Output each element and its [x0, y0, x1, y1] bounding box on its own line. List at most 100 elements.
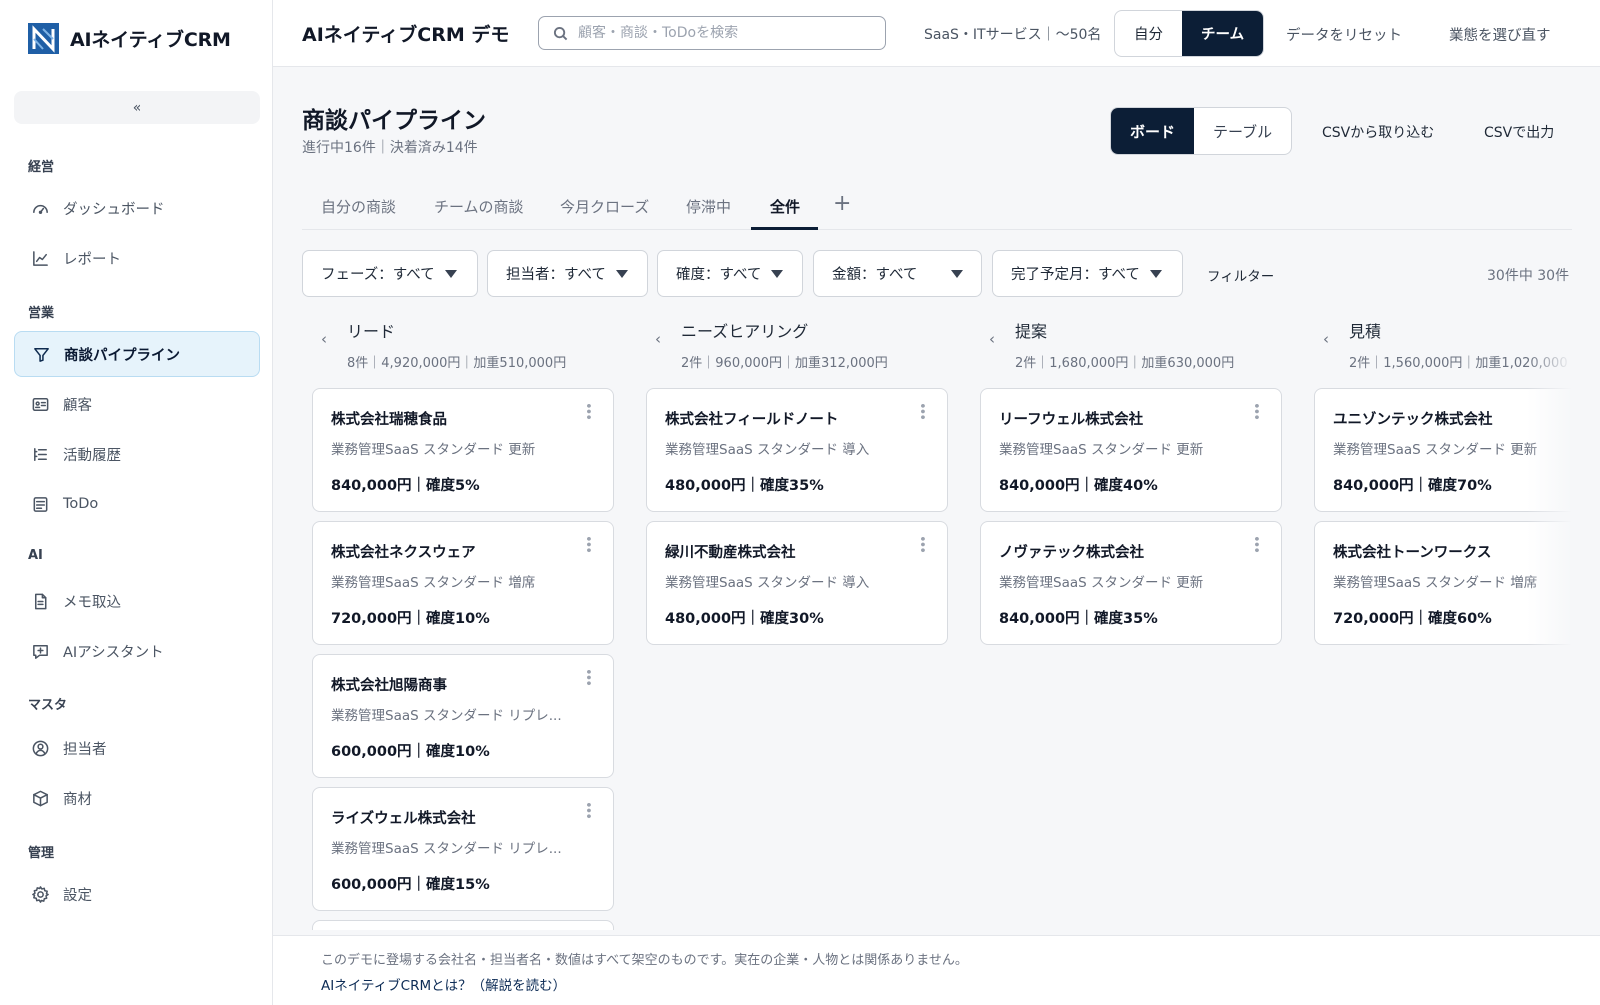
sidebar-item-label: レポート [63, 251, 121, 268]
nav-section-ai: AI [28, 548, 43, 563]
checklist-icon [33, 496, 48, 512]
sidebar-item-ai-assistant[interactable]: AIアシスタント [14, 628, 260, 674]
sidebar-item-reports[interactable]: レポート [14, 235, 260, 281]
nav-section-admin: 管理 [28, 846, 55, 861]
deal-card[interactable]: 株式会社フィールドノート 業務管理SaaS スタンダード 導入 480,000円… [646, 388, 948, 512]
deal-card[interactable]: リーフウェル株式会社 業務管理SaaS スタンダード 更新 840,000円｜確… [980, 388, 1282, 512]
more-menu-icon[interactable]: ••• [580, 668, 595, 685]
filter-label: 金額：すべて [832, 267, 918, 283]
deal-value: 840,000円｜確度40% [999, 478, 1158, 494]
csv-import-button[interactable]: CSVから取り込む [1322, 122, 1434, 142]
deal-value: 840,000円｜確度5% [331, 478, 480, 494]
deal-product: 業務管理SaaS スタンダード リプレ... [331, 708, 562, 724]
view-tabs: 自分の商談 チームの商談 今月クローズ 停滞中 全件 + [302, 182, 1572, 230]
search-input[interactable] [578, 25, 868, 41]
choose-industry-button[interactable]: 業態を選び直す [1449, 24, 1551, 45]
deal-company: 株式会社旭陽商事 [331, 678, 447, 694]
sidebar-item-label: 顧客 [63, 397, 92, 414]
deal-card[interactable]: 株式会社ネクスウェア 業務管理SaaS スタンダード 増席 720,000円｜確… [312, 521, 614, 645]
more-menu-icon[interactable]: ••• [580, 801, 595, 818]
deal-card[interactable]: ライズウェル株式会社 業務管理SaaS スタンダード リプレ... 600,00… [312, 787, 614, 911]
logo-icon [28, 23, 59, 54]
deal-card[interactable]: 株式会社瑞穂食品 業務管理SaaS スタンダード 更新 840,000円｜確度5… [312, 388, 614, 512]
top-header: AIネイティブCRM デモ SaaS・ITサービス｜〜50名 自分 チーム デー… [273, 0, 1600, 67]
view-table-button[interactable]: テーブル [1194, 108, 1291, 154]
user-circle-icon [32, 740, 49, 756]
chevron-left-icon[interactable]: ‹ [655, 330, 661, 348]
logo-text: AIネイティブCRM [70, 29, 231, 51]
caret-down-icon [615, 269, 628, 278]
more-menu-icon[interactable]: ••• [1248, 535, 1263, 552]
chevron-left-icon[interactable]: ‹ [1323, 330, 1329, 348]
filter-amount[interactable]: 金額：すべて [813, 250, 982, 297]
deal-product: 業務管理SaaS スタンダード 増席 [331, 575, 536, 591]
deal-card[interactable]: ユニゾンテック株式会社 業務管理SaaS スタンダード 更新 840,000円｜… [1314, 388, 1572, 512]
sidebar-item-memo-import[interactable]: メモ取込 [14, 578, 260, 624]
scope-self-button[interactable]: 自分 [1115, 11, 1182, 56]
deal-card-partial[interactable] [312, 920, 614, 930]
csv-export-button[interactable]: CSVで出力 [1484, 122, 1554, 142]
view-board-button[interactable]: ボード [1111, 108, 1195, 154]
search-box[interactable] [538, 16, 886, 50]
funnel-icon [34, 347, 49, 362]
filter-probability[interactable]: 確度：すべて [657, 250, 803, 297]
more-menu-icon[interactable]: ••• [1248, 402, 1263, 419]
sidebar-item-label: 設定 [63, 887, 92, 904]
sidebar-item-label: メモ取込 [63, 594, 121, 611]
caret-down-icon [444, 269, 457, 278]
filter-label: フェーズ：すべて [321, 267, 435, 283]
deal-card[interactable]: 緑川不動産株式会社 業務管理SaaS スタンダード 導入 480,000円｜確度… [646, 521, 948, 645]
tab-closing-this-month[interactable]: 今月クローズ [560, 196, 649, 217]
filter-label: 完了予定月：すべて [1011, 267, 1140, 283]
deal-company: 株式会社トーンワークス [1333, 545, 1492, 561]
chevron-left-icon[interactable]: ‹ [321, 330, 327, 348]
industry-label: SaaS・ITサービス｜〜50名 [924, 27, 1102, 43]
deal-card[interactable]: 株式会社旭陽商事 業務管理SaaS スタンダード リプレ... 600,000円… [312, 654, 614, 778]
column-stats: 2件｜1,560,000円｜加重1,020,000 [1349, 356, 1568, 371]
deal-product: 業務管理SaaS スタンダード 導入 [665, 575, 870, 591]
deal-value: 480,000円｜確度35% [665, 478, 824, 494]
collapse-sidebar-button[interactable]: « [14, 91, 260, 124]
sidebar-item-staff[interactable]: 担当者 [14, 725, 260, 771]
sidebar-item-products[interactable]: 商材 [14, 775, 260, 821]
pipeline-board: ‹ リード 8件｜4,920,000円｜加重510,000円 株式会社瑞穂食品 … [302, 310, 1572, 930]
sidebar-item-settings[interactable]: 設定 [14, 871, 260, 917]
add-tab-button[interactable]: + [833, 191, 851, 216]
scope-team-button[interactable]: チーム [1182, 11, 1264, 56]
document-icon [34, 593, 47, 609]
sidebar-item-customers[interactable]: 顧客 [14, 381, 260, 427]
column-title: 提案 [1015, 322, 1048, 341]
more-menu-icon[interactable]: ••• [580, 535, 595, 552]
sidebar-item-todo[interactable]: ToDo [14, 481, 260, 527]
tab-my-deals[interactable]: 自分の商談 [321, 196, 396, 217]
deal-company: ユニゾンテック株式会社 [1333, 412, 1493, 428]
sidebar-item-pipeline[interactable]: 商談パイプライン [14, 331, 260, 377]
about-link[interactable]: AIネイティブCRMとは？（解説を読む） [321, 974, 566, 994]
tab-stalled[interactable]: 停滞中 [686, 196, 731, 217]
sidebar-item-label: 商談パイプライン [64, 347, 180, 364]
result-count: 30件中 30件 [1487, 268, 1570, 284]
sidebar-item-activity[interactable]: 活動履歴 [14, 431, 260, 477]
more-menu-icon[interactable]: ••• [914, 402, 929, 419]
filter-close-month[interactable]: 完了予定月：すべて [992, 250, 1183, 297]
disclaimer-text: このデモに登場する会社名・担当者名・数値はすべて架空のものです。実在の企業・人物… [321, 953, 968, 968]
filter-phase[interactable]: フェーズ：すべて [302, 250, 478, 297]
deal-company: ノヴァテック株式会社 [999, 545, 1144, 561]
reset-data-button[interactable]: データをリセット [1286, 24, 1402, 45]
app-logo[interactable]: AIネイティブCRM [27, 22, 231, 55]
filter-owner[interactable]: 担当者：すべて [487, 250, 648, 297]
tab-team-deals[interactable]: チームの商談 [434, 196, 524, 217]
deal-card[interactable]: 株式会社トーンワークス 業務管理SaaS スタンダード 増席 720,000円｜… [1314, 521, 1572, 645]
chevron-left-icon[interactable]: ‹ [989, 330, 995, 348]
nav-section-sales: 営業 [28, 306, 55, 321]
deal-card[interactable]: ノヴァテック株式会社 業務管理SaaS スタンダード 更新 840,000円｜確… [980, 521, 1282, 645]
column-stats: 8件｜4,920,000円｜加重510,000円 [347, 356, 567, 371]
sidebar-item-dashboard[interactable]: ダッシュボード [14, 185, 260, 231]
deal-company: 株式会社フィールドノート [665, 412, 839, 428]
caret-down-icon [1149, 269, 1162, 278]
more-filters-button[interactable]: フィルター [1207, 265, 1274, 285]
tab-all[interactable]: 全件 [770, 196, 800, 217]
more-menu-icon[interactable]: ••• [580, 402, 595, 419]
more-menu-icon[interactable]: ••• [914, 535, 929, 552]
nav-section-management: 経営 [28, 160, 55, 175]
